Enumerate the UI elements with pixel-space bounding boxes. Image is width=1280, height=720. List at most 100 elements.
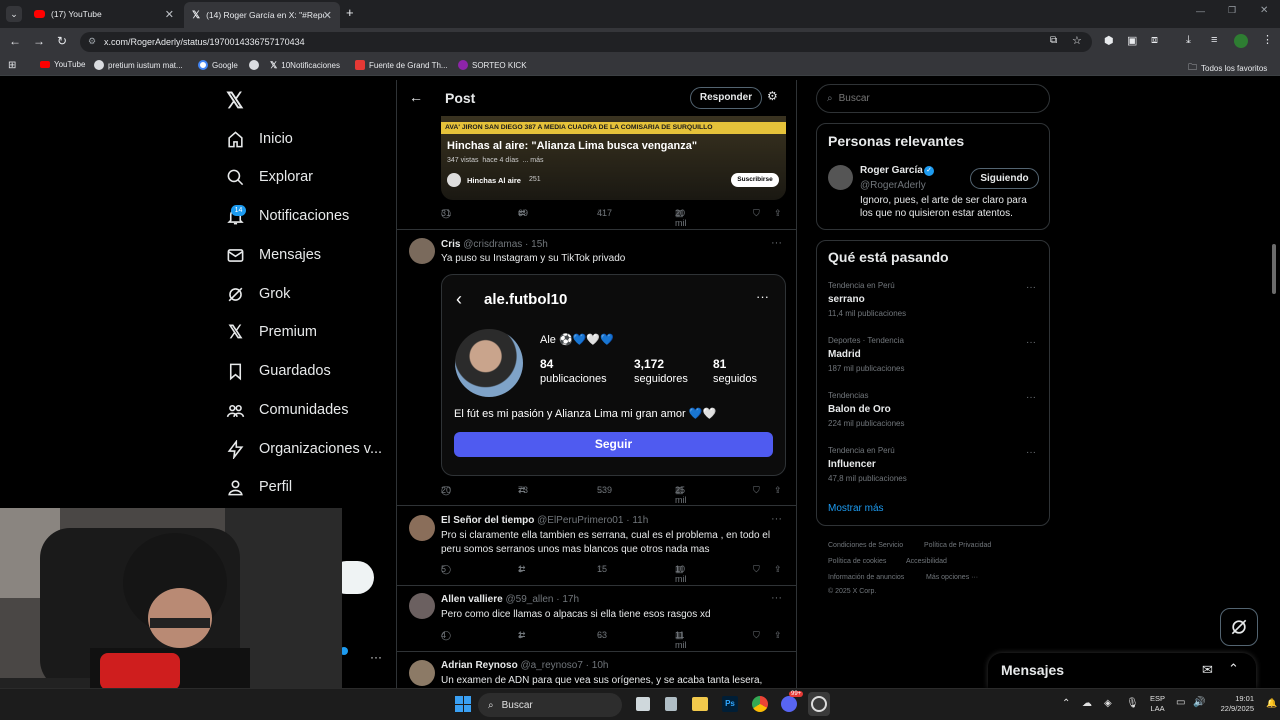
- new-message-icon[interactable]: ✉: [1202, 662, 1213, 678]
- reply-author[interactable]: Allen valliere @59_allen · 17h: [441, 594, 579, 605]
- subscribe-button[interactable]: Suscribirse: [731, 173, 779, 187]
- language-indicator[interactable]: ESP LAA: [1150, 694, 1165, 714]
- security-icon[interactable]: ◈: [1104, 698, 1112, 709]
- footer-link[interactable]: Más opciones ···: [926, 574, 978, 581]
- trend-name[interactable]: serrano: [828, 294, 865, 305]
- nav-premium[interactable]: 𝕏 Premium: [226, 317, 317, 347]
- maximize-button[interactable]: ❐: [1228, 5, 1236, 16]
- messages-drawer[interactable]: Mensajes ✉ ⌃: [988, 653, 1256, 688]
- address-bar[interactable]: ⚙ x.com/RogerAderly/status/1970014336757…: [80, 32, 1092, 52]
- more-icon[interactable]: ···: [771, 592, 782, 604]
- extensions-puzzle-icon[interactable]: ⧈: [1151, 34, 1158, 47]
- account-more-icon[interactable]: ···: [370, 650, 382, 664]
- tab-x-post[interactable]: 𝕏 (14) Roger García en X: "#Repor ✕: [184, 2, 340, 28]
- close-icon[interactable]: ✕: [323, 9, 332, 22]
- reply-button[interactable]: Responder: [690, 87, 762, 109]
- bookmark-youtube[interactable]: YouTube: [40, 60, 85, 69]
- expand-icon[interactable]: ⌃: [1228, 661, 1239, 677]
- minimize-button[interactable]: —: [1196, 6, 1205, 16]
- nav-profile[interactable]: Perfil: [226, 472, 292, 502]
- bookmark-fuente[interactable]: Fuente de Grand Th...: [355, 60, 448, 70]
- search-bar[interactable]: ⌕: [816, 84, 1050, 113]
- footer-link[interactable]: Condiciones de Servicio: [828, 542, 903, 549]
- share-icon[interactable]: ⇪: [774, 208, 782, 219]
- tab-search-icon[interactable]: ⌄: [6, 6, 22, 22]
- reading-list-icon[interactable]: ≡: [1211, 34, 1217, 46]
- back-arrow-icon[interactable]: ←: [409, 89, 423, 105]
- trend-name[interactable]: Influencer: [828, 459, 876, 470]
- discord-icon[interactable]: [781, 696, 797, 712]
- bookmark-pretium[interactable]: pretium iustum mat...: [94, 60, 183, 70]
- share-icon[interactable]: ⇪: [774, 630, 782, 641]
- nav-home[interactable]: Inicio: [226, 124, 293, 154]
- bookmark-action[interactable]: ⛉: [753, 485, 760, 496]
- task-view-icon[interactable]: [636, 697, 650, 711]
- embedded-video-card[interactable]: AVA' JIRON SAN DIEGO 387 A MEDIA CUADRA …: [441, 116, 786, 200]
- volume-icon[interactable]: 🔊: [1193, 697, 1205, 708]
- nav-organizations[interactable]: Organizaciones v...: [226, 434, 382, 464]
- nav-bookmarks[interactable]: Guardados: [226, 356, 331, 386]
- more-icon[interactable]: ···: [771, 513, 782, 525]
- extension-icon[interactable]: ⬢: [1104, 34, 1114, 47]
- tray-chevron-icon[interactable]: ⌃: [1062, 698, 1070, 709]
- bookmark-10notificaciones[interactable]: 𝕏 10Notificaciones: [270, 60, 340, 71]
- avatar[interactable]: [409, 593, 435, 619]
- footer-link[interactable]: Política de Privacidad: [924, 542, 991, 549]
- bookmark-action[interactable]: ⛉: [753, 564, 760, 575]
- close-window-button[interactable]: ✕: [1260, 5, 1268, 16]
- nav-communities[interactable]: Comunidades: [226, 395, 348, 425]
- more-icon[interactable]: ···: [1026, 337, 1036, 348]
- x-logo-icon[interactable]: 𝕏: [226, 88, 244, 114]
- bookmark-globe[interactable]: [249, 60, 259, 70]
- instagram-screenshot[interactable]: ‹ ale.futbol10 ··· Ale ⚽💙🤍💙 84 publicaci…: [441, 274, 786, 476]
- more-icon[interactable]: ···: [1026, 392, 1036, 403]
- clock[interactable]: 19:01 22/9/2025: [1212, 694, 1254, 714]
- profile-avatar[interactable]: [1234, 34, 1248, 48]
- grok-floating-button[interactable]: [1220, 608, 1258, 646]
- menu-icon[interactable]: ⋮: [1262, 33, 1273, 46]
- display-icon[interactable]: ▭: [1176, 697, 1185, 708]
- nav-grok[interactable]: Grok: [226, 279, 290, 309]
- trend-name[interactable]: Balon de Oro: [828, 404, 891, 415]
- reply-author[interactable]: Cris @crisdramas · 15h: [441, 239, 548, 250]
- footer-link[interactable]: Información de anuncios: [828, 574, 904, 581]
- taskbar-search[interactable]: ⌕ Buscar: [478, 693, 622, 717]
- download-icon[interactable]: ⤓: [1186, 34, 1191, 47]
- footer-link[interactable]: Accesibilidad: [906, 558, 947, 565]
- footer-link[interactable]: Política de cookies: [828, 558, 886, 565]
- chrome-icon[interactable]: [752, 696, 768, 712]
- page-scrollbar[interactable]: [1272, 244, 1276, 294]
- notifications-tray-icon[interactable]: 🔔: [1266, 698, 1277, 709]
- more-icon[interactable]: ···: [771, 237, 782, 249]
- windows-start-icon[interactable]: [455, 696, 471, 712]
- onedrive-icon[interactable]: ☁: [1082, 698, 1092, 709]
- apps-icon[interactable]: ⊞: [8, 60, 16, 71]
- new-tab-button[interactable]: +: [346, 5, 354, 20]
- active-app-highlight[interactable]: [808, 692, 830, 716]
- settings-sliders-icon[interactable]: ⚙: [767, 89, 778, 103]
- app-icon[interactable]: [665, 697, 677, 711]
- relevant-name[interactable]: Roger García: [860, 165, 923, 176]
- install-icon[interactable]: ⧉: [1050, 35, 1057, 46]
- trend-name[interactable]: Madrid: [828, 349, 861, 360]
- nav-notifications[interactable]: Notificaciones: [226, 201, 349, 231]
- all-bookmarks[interactable]: 🗀 Todos los favoritos: [1188, 60, 1267, 76]
- forward-icon[interactable]: →: [33, 34, 45, 48]
- reply-author[interactable]: Adrian Reynoso @a_reynoso7 · 10h: [441, 660, 608, 671]
- site-info-icon[interactable]: ⚙: [88, 36, 96, 47]
- reply-author[interactable]: El Señor del tiempo @ElPeruPrimero01 · 1…: [441, 515, 648, 526]
- extension-icon-2[interactable]: ▣: [1127, 34, 1137, 47]
- file-explorer-icon[interactable]: [692, 697, 708, 711]
- nav-messages[interactable]: Mensajes: [226, 240, 321, 270]
- bookmark-action[interactable]: ⛉: [753, 630, 760, 641]
- share-icon[interactable]: ⇪: [774, 485, 782, 496]
- avatar[interactable]: [828, 165, 853, 190]
- photoshop-icon[interactable]: Ps: [722, 696, 738, 712]
- back-icon[interactable]: ←: [9, 34, 21, 48]
- nav-explore[interactable]: Explorar: [226, 162, 313, 192]
- more-icon[interactable]: ···: [1026, 447, 1036, 458]
- tab-youtube[interactable]: (17) YouTube ✕: [26, 3, 182, 25]
- avatar[interactable]: [409, 515, 435, 541]
- show-more-link[interactable]: Mostrar más: [828, 503, 884, 514]
- star-icon[interactable]: ☆: [1072, 34, 1082, 47]
